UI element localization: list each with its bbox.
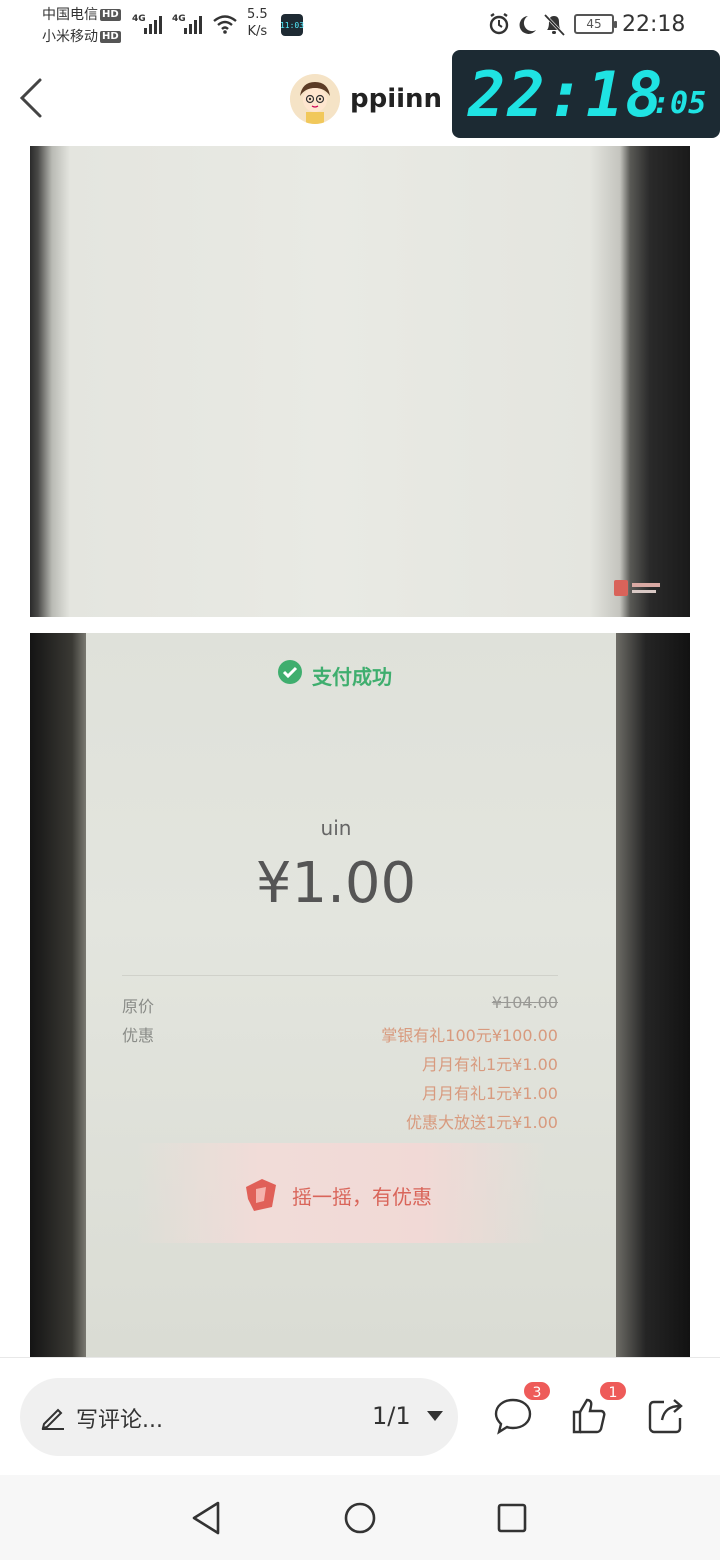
signal-icon: 4G xyxy=(132,14,162,34)
clock-app-icon: 11:03 xyxy=(280,14,304,36)
photo-right-edge xyxy=(616,633,690,1357)
pen-icon xyxy=(41,1408,64,1430)
like-icon[interactable] xyxy=(570,1396,610,1436)
chevron-down-icon[interactable] xyxy=(426,1410,444,1422)
payment-amount: ¥1.00 xyxy=(255,851,417,916)
watermark-logo xyxy=(614,580,660,596)
signal-icon: 4G xyxy=(172,14,202,34)
nav-recents-icon[interactable] xyxy=(494,1499,530,1537)
receipt-screen: 支付成功 uin ¥1.00 原价 优惠 ¥104.00 掌银有礼100元¥10… xyxy=(86,633,618,1357)
moon-icon xyxy=(519,16,536,34)
carrier-1: 中国电信 HD xyxy=(42,7,121,23)
discount-item: 月月有礼1元¥1.00 xyxy=(422,1084,558,1103)
success-check-icon xyxy=(278,660,302,684)
share-icon[interactable] xyxy=(646,1396,686,1436)
svg-text:4G: 4G xyxy=(172,14,186,24)
comments-badge: 3 xyxy=(522,1380,552,1402)
floating-clock-widget[interactable]: 22:18 :05 xyxy=(452,50,720,138)
clock-hours-minutes: 22:18 xyxy=(468,58,665,131)
page-count[interactable]: 1/1 xyxy=(372,1402,411,1430)
shake-logo-icon xyxy=(246,1179,276,1211)
discount-item: 掌银有礼100元¥100.00 xyxy=(381,1026,558,1045)
payment-status: 支付成功 xyxy=(312,665,392,689)
username[interactable]: ppiinn xyxy=(350,84,442,114)
action-bar: 写评论... 1/1 3 1 xyxy=(0,1357,720,1475)
divider xyxy=(122,975,558,976)
alarm-icon xyxy=(489,13,509,35)
discount-item: 月月有礼1元¥1.00 xyxy=(422,1055,558,1074)
discount-label: 优惠 xyxy=(122,1026,155,1045)
likes-badge: 1 xyxy=(598,1380,628,1402)
back-icon[interactable] xyxy=(14,76,54,120)
nav-home-icon[interactable] xyxy=(342,1499,378,1537)
battery-icon: 45 xyxy=(574,14,617,34)
photo-left-edge xyxy=(30,633,90,1357)
post-image-2[interactable]: 支付成功 uin ¥1.00 原价 优惠 ¥104.00 掌银有礼100元¥10… xyxy=(30,633,690,1357)
wifi-icon xyxy=(213,15,237,34)
system-nav-bar xyxy=(0,1475,720,1560)
avatar-image xyxy=(290,74,340,124)
comment-input[interactable]: 写评论... 1/1 xyxy=(20,1378,458,1456)
original-price: ¥104.00 xyxy=(491,993,558,1012)
post-header: ppiinn 22:18 :05 xyxy=(0,50,720,146)
avatar[interactable] xyxy=(290,74,340,124)
clock-seconds: :05 xyxy=(652,86,707,121)
discount-item: 优惠大放送1元¥1.00 xyxy=(406,1113,558,1132)
carrier-2: 小米移动 HD xyxy=(42,29,121,45)
post-image-1[interactable] xyxy=(30,146,690,617)
svg-text:4G: 4G xyxy=(132,14,146,24)
system-icons xyxy=(489,13,566,37)
comment-icon[interactable] xyxy=(492,1396,534,1436)
original-price-label: 原价 xyxy=(122,997,155,1016)
merchant-name: uin xyxy=(320,816,352,840)
nav-back-icon[interactable] xyxy=(188,1499,224,1537)
net-speed: 5.5 K/s xyxy=(247,7,268,39)
shake-text: 摇一摇，有优惠 xyxy=(292,1185,432,1209)
comment-placeholder: 写评论... xyxy=(76,1408,163,1433)
status-bar: 中国电信 HD 小米移动 HD 4G 4G 5.5 K/s 11:03 45 2… xyxy=(0,0,720,50)
bell-off-icon xyxy=(543,13,566,37)
status-time: 22:18 xyxy=(622,12,686,37)
